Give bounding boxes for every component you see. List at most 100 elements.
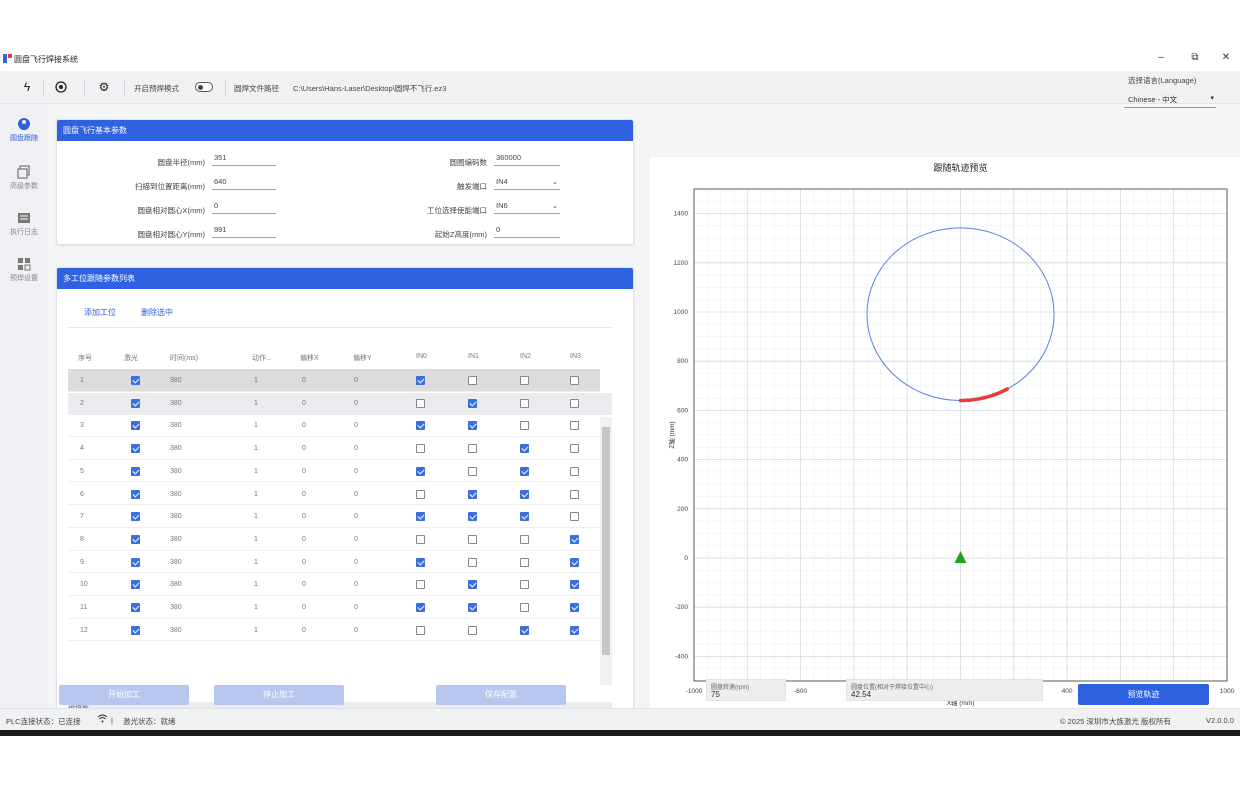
in2-checkbox[interactable] [520,421,529,431]
in3-checkbox[interactable] [570,557,579,567]
start-process-button[interactable]: 开始加工 [59,685,189,705]
table-vertical-scrollbar[interactable] [600,417,612,685]
in2-checkbox[interactable] [520,557,529,567]
flash-icon[interactable]: ϟ [20,80,34,94]
in2-checkbox[interactable] [520,489,529,499]
in3-checkbox[interactable] [570,398,579,408]
x-tick-label: 1000 [1220,688,1235,695]
gear-icon[interactable]: ⚙ [97,80,111,94]
delete-selected-button[interactable]: 删除选中 [141,307,173,318]
preview-trajectory-button[interactable]: 预览轨迹 [1078,684,1209,705]
in3-checkbox[interactable] [570,466,579,476]
stop-process-button[interactable]: 停止加工 [214,685,344,705]
scrollbar-thumb[interactable] [602,427,610,655]
in2-checkbox[interactable] [520,466,529,476]
field-input[interactable]: 0 [494,225,560,238]
preview-mode-toggle[interactable] [195,82,213,92]
in0-checkbox[interactable] [416,512,425,522]
laser-checkbox[interactable] [131,625,140,635]
laser-checkbox[interactable] [131,398,140,408]
in3-checkbox[interactable] [570,444,579,454]
table-cell: 0 [302,558,306,566]
field-input[interactable]: 360000 [494,153,560,166]
in3-checkbox[interactable] [570,421,579,431]
in1-checkbox[interactable] [468,489,477,499]
in2-checkbox[interactable] [520,512,529,522]
table-cell: 0 [354,604,358,611]
laser-checkbox[interactable] [131,489,140,499]
laser-checkbox[interactable] [131,512,140,522]
field-input[interactable]: 351 [212,153,276,166]
in1-checkbox[interactable] [468,444,477,454]
language-dropdown[interactable]: Chinese - 中文 ▾ [1124,92,1216,108]
laser-checkbox[interactable] [131,421,140,431]
target-icon[interactable] [54,80,68,94]
in3-checkbox[interactable] [570,625,579,635]
in1-checkbox[interactable] [468,580,477,590]
in0-checkbox[interactable] [416,534,425,544]
in0-checkbox[interactable] [416,603,425,612]
field-input[interactable]: 991 [212,225,276,238]
in3-checkbox[interactable] [570,580,579,590]
in0-checkbox[interactable] [416,466,425,476]
in1-checkbox[interactable] [468,625,477,635]
in2-checkbox[interactable] [520,534,529,544]
in0-checkbox[interactable] [416,376,425,385]
add-station-button[interactable]: 添加工位 [84,307,116,318]
sidebar-item-advanced[interactable]: 高级参数 [0,165,48,205]
laser-checkbox[interactable] [131,534,140,544]
wifi-icon [97,714,108,723]
in3-checkbox[interactable] [570,376,579,385]
sidebar-item-log[interactable]: 执行日志 [0,211,48,251]
in1-checkbox[interactable] [468,557,477,567]
laser-checkbox[interactable] [131,444,140,454]
in0-checkbox[interactable] [416,444,425,454]
table-cell: 380 [170,422,182,430]
in2-checkbox[interactable] [520,398,529,408]
laser-checkbox[interactable] [131,603,140,612]
laser-checkbox[interactable] [131,466,140,476]
in1-checkbox[interactable] [468,466,477,476]
in2-checkbox[interactable] [520,444,529,454]
in1-checkbox[interactable] [468,421,477,431]
in0-checkbox[interactable] [416,625,425,635]
sidebar-item-disc-follow[interactable]: 圆盘跟随 [0,117,48,157]
in1-checkbox[interactable] [468,512,477,522]
in1-checkbox[interactable] [468,398,477,408]
in2-checkbox[interactable] [520,580,529,590]
file-path-value[interactable]: C:\Users\Hans-Laser\Desktop\圆焊不飞行.ez3 [293,83,446,94]
field-dropdown[interactable]: IN4 ⌄ [494,177,560,190]
field-input[interactable]: 640 [212,177,276,190]
in0-checkbox[interactable] [416,398,425,408]
laser-checkbox[interactable] [131,557,140,567]
laser-checkbox[interactable] [131,376,140,385]
field-label-text: 起始Z高度(mm) [434,230,487,239]
in0-checkbox[interactable] [416,580,425,590]
layers-icon [17,165,30,179]
table-cell: 0 [302,490,306,498]
laser-checkbox[interactable] [131,580,140,590]
y-tick-label: 400 [677,457,688,464]
in1-checkbox[interactable] [468,534,477,544]
in2-checkbox[interactable] [520,603,529,612]
in1-checkbox[interactable] [468,603,477,612]
laser-status: 激光状态：就绪 [123,717,176,726]
in3-checkbox[interactable] [570,489,579,499]
minimize-button[interactable]: – [1151,52,1171,63]
in0-checkbox[interactable] [416,421,425,431]
maximize-button[interactable]: ⧉ [1185,52,1205,63]
in2-checkbox[interactable] [520,625,529,635]
in2-checkbox[interactable] [520,376,529,385]
table-cell: 1 [254,445,258,453]
in0-checkbox[interactable] [416,489,425,499]
in3-checkbox[interactable] [570,603,579,612]
in1-checkbox[interactable] [468,376,477,385]
sidebar-item-prewelding[interactable]: 预焊设置 [0,257,48,297]
field-dropdown[interactable]: IN6 ⌄ [494,201,560,214]
save-config-button[interactable]: 保存配置 [436,685,566,705]
in0-checkbox[interactable] [416,557,425,567]
in3-checkbox[interactable] [570,534,579,544]
close-button[interactable]: ✕ [1216,52,1236,63]
field-input[interactable]: 0 [212,201,276,214]
in3-checkbox[interactable] [570,512,579,522]
